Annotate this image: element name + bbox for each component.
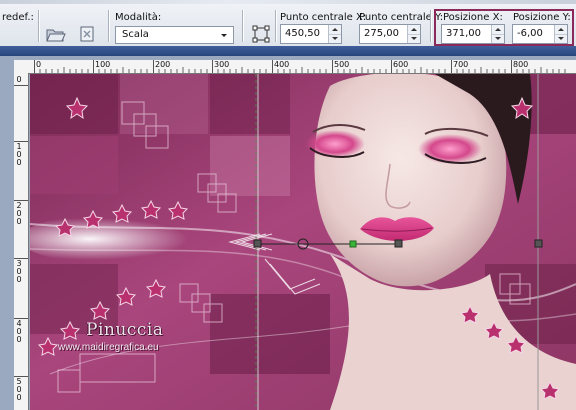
ruler-vertical: 0 100 200 300 400 500 bbox=[14, 73, 29, 410]
reset-button[interactable] bbox=[76, 24, 98, 44]
position-x-label: Posizione X: bbox=[443, 12, 503, 23]
position-y-label: Posizione Y: bbox=[513, 12, 571, 23]
preset-label: redef.: bbox=[2, 12, 34, 23]
ruler-number-vertical: 500 bbox=[16, 377, 22, 402]
transform-button[interactable] bbox=[250, 24, 272, 44]
ruler-horizontal: 0 100 200 300 400 500 600 700 800 bbox=[14, 60, 576, 74]
position-x-input[interactable]: 371,00 bbox=[441, 24, 505, 44]
center-y-input[interactable]: 275,00 bbox=[359, 24, 421, 44]
center-y-value: 275,00 bbox=[364, 28, 399, 39]
load-preset-button[interactable] bbox=[44, 24, 66, 44]
position-y-value: -6,00 bbox=[517, 28, 543, 39]
ruler-tick bbox=[14, 85, 28, 86]
mode-dropdown[interactable]: Scala bbox=[115, 26, 234, 44]
mode-label: Modalità: bbox=[115, 12, 162, 23]
toolbar-separator bbox=[275, 10, 277, 42]
toolbar-top-strip bbox=[0, 0, 576, 4]
spin-down-icon[interactable] bbox=[555, 34, 567, 44]
spin-up-icon[interactable] bbox=[329, 25, 341, 34]
toolbar-separator bbox=[430, 10, 432, 42]
center-y-spinner[interactable] bbox=[407, 25, 420, 43]
position-y-input[interactable]: -6,00 bbox=[512, 24, 568, 44]
toolbar-separator bbox=[108, 10, 110, 42]
toolbar-separator bbox=[38, 10, 40, 42]
spin-down-icon[interactable] bbox=[329, 34, 341, 44]
tool-options-toolbar: redef.: Modalità: Scala Punto centrale X… bbox=[0, 0, 576, 47]
spin-down-icon[interactable] bbox=[492, 34, 504, 44]
ruler-number-vertical: 100 bbox=[16, 142, 22, 167]
transform-icon bbox=[252, 25, 270, 43]
ruler-number-vertical: 300 bbox=[16, 259, 22, 284]
reset-icon bbox=[80, 26, 94, 42]
chevron-down-icon bbox=[221, 34, 227, 37]
ruler-minor-ticks bbox=[39, 67, 566, 73]
position-y-spinner[interactable] bbox=[554, 25, 567, 43]
center-x-spinner[interactable] bbox=[328, 25, 341, 43]
spin-up-icon[interactable] bbox=[555, 25, 567, 34]
ruler-number: 0 bbox=[16, 75, 22, 84]
ruler-number-vertical: 200 bbox=[16, 201, 22, 226]
center-x-label: Punto centrale X: bbox=[280, 12, 367, 23]
spin-up-icon[interactable] bbox=[408, 25, 420, 34]
watermark-site: www.maidiregrafica.eu bbox=[58, 342, 159, 353]
image-window-titlebar[interactable] bbox=[0, 46, 576, 56]
artwork bbox=[30, 74, 576, 410]
spin-down-icon[interactable] bbox=[408, 34, 420, 44]
position-x-spinner[interactable] bbox=[491, 25, 504, 43]
ruler-number-vertical: 400 bbox=[16, 319, 22, 344]
position-x-value: 371,00 bbox=[446, 28, 481, 39]
spin-up-icon[interactable] bbox=[492, 25, 504, 34]
mode-dropdown-value: Scala bbox=[122, 29, 149, 40]
toolbar-separator bbox=[242, 10, 244, 42]
folder-open-icon bbox=[46, 29, 66, 42]
image-canvas[interactable]: Pinuccia www.maidiregrafica.eu bbox=[30, 74, 576, 410]
center-x-input[interactable]: 450,50 bbox=[280, 24, 342, 44]
watermark-name: Pinuccia bbox=[86, 320, 164, 340]
center-x-value: 450,50 bbox=[285, 28, 320, 39]
